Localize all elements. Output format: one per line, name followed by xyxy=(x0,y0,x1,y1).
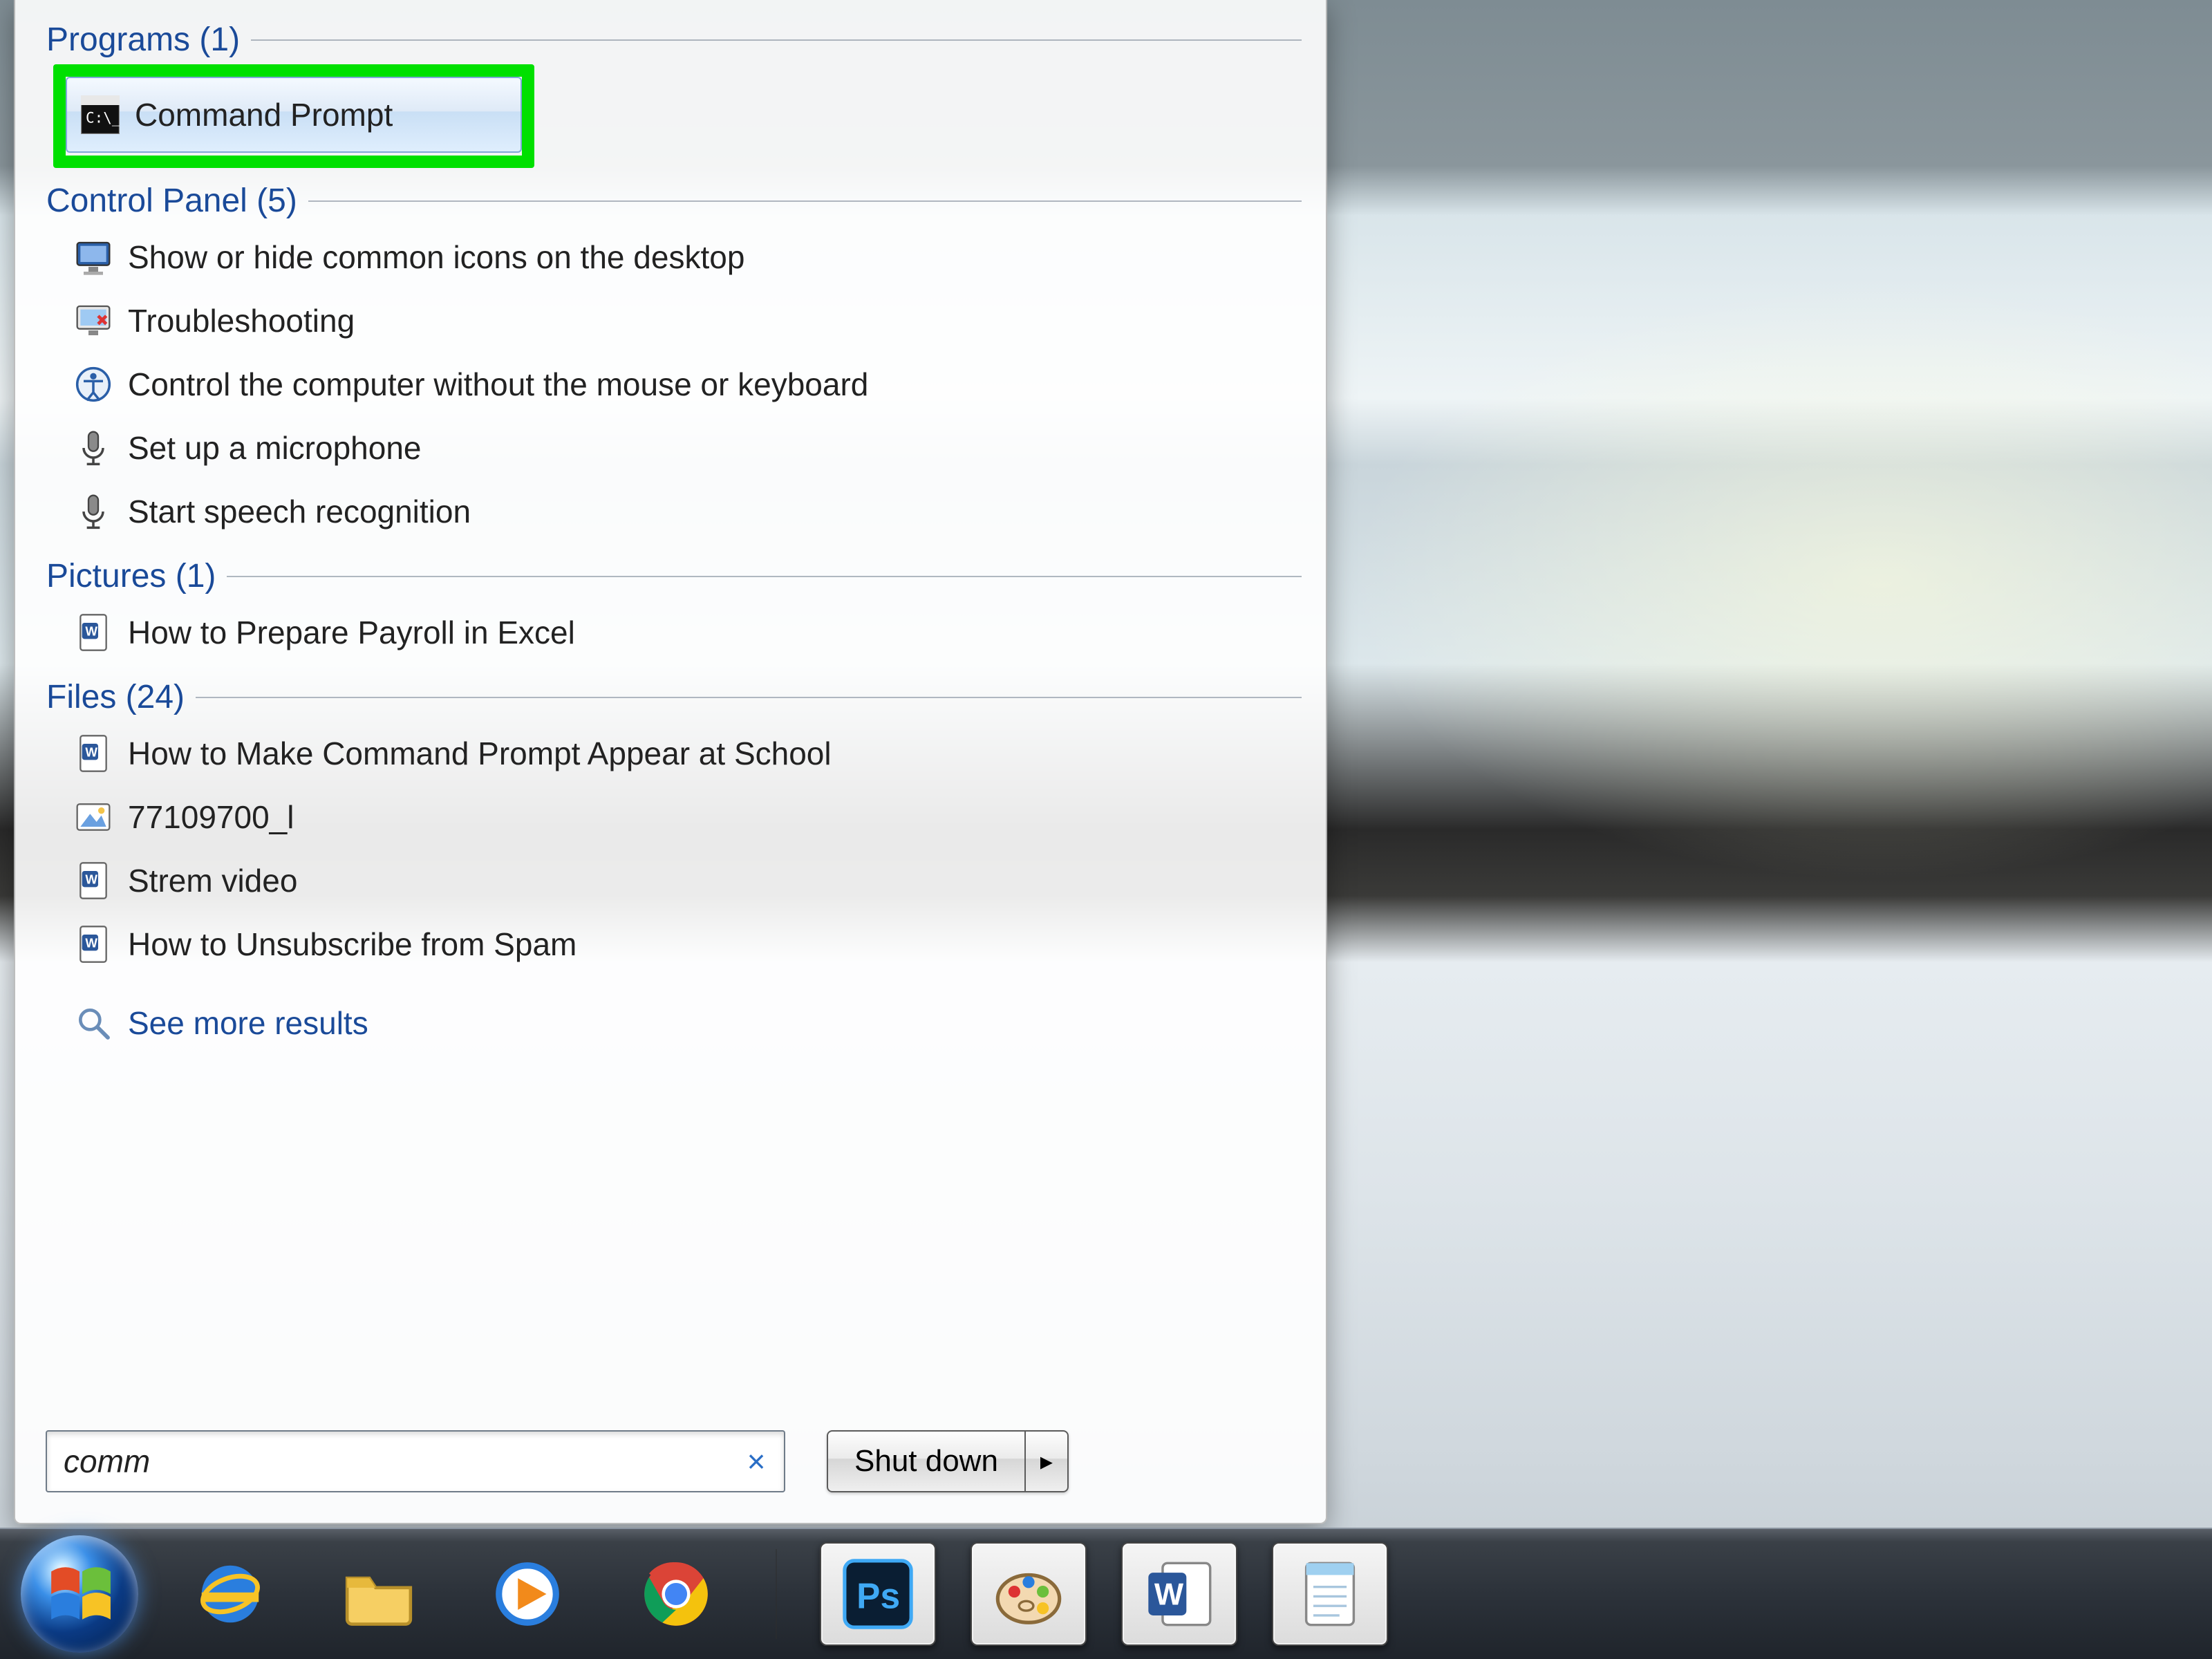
result-how-to-unsubscribe-from-spam[interactable]: W How to Unsubscribe from Spam xyxy=(32,912,1309,976)
svg-text:W: W xyxy=(85,872,97,887)
image-file-icon xyxy=(74,798,113,836)
result-label: Strem video xyxy=(128,862,297,899)
divider xyxy=(251,39,1302,41)
divider xyxy=(308,200,1302,202)
search-box-wrap: × xyxy=(46,1430,785,1492)
clear-search-button[interactable]: × xyxy=(729,1432,784,1491)
shutdown-options-button[interactable]: ▸ xyxy=(1026,1432,1067,1491)
shutdown-button-group: Shut down ▸ xyxy=(827,1430,1069,1492)
close-icon: × xyxy=(747,1443,766,1480)
chrome-icon xyxy=(638,1556,714,1632)
category-title: Files (24) xyxy=(46,678,185,716)
notepad-icon xyxy=(1292,1556,1368,1632)
ease-of-access-icon xyxy=(74,365,113,404)
result-label: How to Prepare Payroll in Excel xyxy=(128,614,575,651)
ie-icon xyxy=(192,1556,268,1632)
cmd-icon: C:\_ xyxy=(81,95,120,134)
svg-text:W: W xyxy=(1154,1577,1184,1611)
svg-text:C:\_: C:\_ xyxy=(86,110,120,126)
word-doc-icon: W xyxy=(74,734,113,773)
category-title: Programs (1) xyxy=(46,21,240,59)
paint-icon xyxy=(991,1556,1067,1632)
shutdown-label: Shut down xyxy=(854,1444,998,1479)
svg-text:W: W xyxy=(85,624,97,639)
svg-text:W: W xyxy=(85,745,97,760)
svg-text:W: W xyxy=(85,936,97,950)
result-label: How to Unsubscribe from Spam xyxy=(128,926,577,963)
result-label: Set up a microphone xyxy=(128,429,422,467)
word-doc-icon: W xyxy=(74,861,113,900)
start-menu-bottom-bar: × Shut down ▸ xyxy=(15,1412,1326,1523)
result-label: Troubleshooting xyxy=(128,302,355,339)
folder-icon xyxy=(341,1556,417,1632)
microphone-icon xyxy=(74,429,113,467)
divider xyxy=(196,697,1302,698)
result-start-speech-recognition[interactable]: Start speech recognition xyxy=(32,480,1309,543)
taskbar-word[interactable]: W xyxy=(1121,1542,1237,1646)
result-troubleshooting[interactable]: Troubleshooting xyxy=(32,289,1309,353)
category-header-pictures: Pictures (1) xyxy=(32,543,1309,601)
taskbar-notepad[interactable] xyxy=(1272,1542,1388,1646)
start-button[interactable] xyxy=(21,1535,138,1653)
category-header-programs: Programs (1) xyxy=(32,7,1309,64)
category-header-control-panel: Control Panel (5) xyxy=(32,168,1309,225)
category-title: Control Panel (5) xyxy=(46,182,297,220)
microphone-icon xyxy=(74,492,113,531)
search-results-area: Programs (1) C:\_ Command Prompt Control… xyxy=(15,0,1326,1412)
result-strem-video[interactable]: W Strem video xyxy=(32,849,1309,912)
photoshop-icon: Ps xyxy=(840,1556,916,1632)
result-how-to-make-cmd-appear-at-school[interactable]: W How to Make Command Prompt Appear at S… xyxy=(32,722,1309,785)
troubleshooting-icon xyxy=(74,301,113,340)
result-label: Start speech recognition xyxy=(128,493,471,530)
result-command-prompt[interactable]: C:\_ Command Prompt xyxy=(66,77,522,153)
taskbar-media-player[interactable] xyxy=(470,1544,584,1644)
word-icon: W xyxy=(1141,1556,1217,1632)
result-how-to-prepare-payroll-excel[interactable]: W How to Prepare Payroll in Excel xyxy=(32,601,1309,664)
media-player-icon xyxy=(489,1556,565,1632)
word-doc-icon: W xyxy=(74,613,113,652)
result-label: Command Prompt xyxy=(135,96,393,133)
start-menu-search-panel: Programs (1) C:\_ Command Prompt Control… xyxy=(14,0,1327,1524)
magnifier-icon xyxy=(74,1004,113,1042)
taskbar-chrome[interactable] xyxy=(619,1544,733,1644)
result-label: 77109700_l xyxy=(128,798,294,836)
taskbar-explorer[interactable] xyxy=(321,1544,435,1644)
see-more-label: See more results xyxy=(128,1004,368,1042)
result-ease-of-access-center[interactable]: Control the computer without the mouse o… xyxy=(32,353,1309,416)
taskbar-photoshop[interactable]: Ps xyxy=(820,1542,936,1646)
result-show-hide-desktop-icons[interactable]: Show or hide common icons on the desktop xyxy=(32,225,1309,289)
highlight-frame: C:\_ Command Prompt xyxy=(53,64,534,168)
divider xyxy=(227,576,1302,577)
taskbar-ie[interactable] xyxy=(173,1544,287,1644)
taskbar-separator xyxy=(776,1549,777,1639)
shutdown-button[interactable]: Shut down xyxy=(828,1432,1026,1491)
result-label: Control the computer without the mouse o… xyxy=(128,366,868,403)
result-set-up-microphone[interactable]: Set up a microphone xyxy=(32,416,1309,480)
monitor-icon xyxy=(74,238,113,276)
result-label: Show or hide common icons on the desktop xyxy=(128,238,744,276)
svg-text:Ps: Ps xyxy=(856,1576,900,1616)
search-input[interactable] xyxy=(47,1443,729,1480)
result-label: How to Make Command Prompt Appear at Sch… xyxy=(128,735,832,772)
windows-logo-icon xyxy=(43,1560,116,1628)
see-more-results-link[interactable]: See more results xyxy=(32,976,1309,1063)
category-header-files: Files (24) xyxy=(32,664,1309,722)
word-doc-icon: W xyxy=(74,925,113,964)
chevron-right-icon: ▸ xyxy=(1040,1447,1053,1476)
taskbar-paint[interactable] xyxy=(971,1542,1087,1646)
taskbar: Ps W xyxy=(0,1528,2212,1659)
result-77109700-l[interactable]: 77109700_l xyxy=(32,785,1309,849)
category-title: Pictures (1) xyxy=(46,557,216,595)
